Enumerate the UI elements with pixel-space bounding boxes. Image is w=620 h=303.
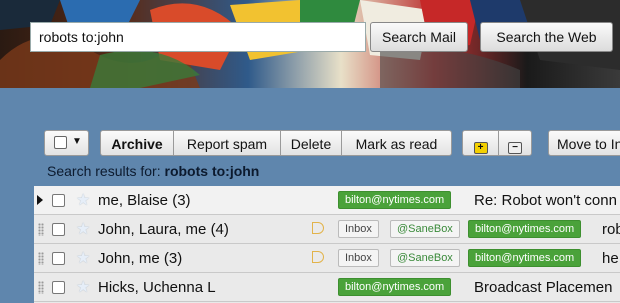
mark-as-read-button[interactable]: Mark as read bbox=[341, 130, 452, 156]
importance-marker-icon[interactable] bbox=[312, 222, 324, 234]
star-icon[interactable]: ★ bbox=[76, 277, 90, 297]
message-subject: Re: Robot won't conn bbox=[474, 192, 617, 209]
row-checkbox[interactable] bbox=[52, 223, 65, 236]
importance-marker-icon[interactable] bbox=[312, 251, 324, 263]
results-prefix: Search results for: bbox=[47, 163, 165, 179]
remove-label-button[interactable]: − bbox=[498, 130, 532, 156]
label-tag[interactable]: @SaneBox bbox=[390, 220, 460, 238]
label-plus-icon: + bbox=[473, 142, 488, 154]
label-tag[interactable]: bilton@nytimes.com bbox=[338, 278, 452, 296]
label-tag[interactable]: @SaneBox bbox=[390, 249, 460, 267]
message-sender: Hicks, Uchenna L bbox=[98, 279, 216, 296]
star-icon[interactable]: ★ bbox=[76, 219, 90, 239]
report-spam-button[interactable]: Report spam bbox=[173, 130, 281, 156]
message-subject: he bbox=[602, 250, 619, 267]
dropdown-arrow-icon: ▼ bbox=[72, 136, 82, 147]
message-list: ★ me, Blaise (3) bilton@nytimes.com Re: … bbox=[34, 186, 620, 303]
results-query: robots to:john bbox=[164, 163, 260, 179]
row-checkbox[interactable] bbox=[52, 281, 65, 294]
drag-handle[interactable] bbox=[38, 252, 44, 265]
row-checkbox[interactable] bbox=[52, 194, 65, 207]
row-pointer-icon bbox=[37, 195, 43, 205]
star-icon[interactable]: ★ bbox=[76, 190, 90, 210]
delete-button[interactable]: Delete bbox=[280, 130, 342, 156]
message-row[interactable]: ★ John, me (3) Inbox @SaneBox bilton@nyt… bbox=[34, 244, 620, 273]
message-sender: John, me (3) bbox=[98, 250, 183, 267]
search-input[interactable]: robots to:john bbox=[30, 22, 366, 52]
add-label-button[interactable]: + bbox=[462, 130, 499, 156]
message-row[interactable]: ★ me, Blaise (3) bilton@nytimes.com Re: … bbox=[34, 186, 620, 215]
message-subject: rob bbox=[602, 221, 620, 238]
message-subject: Broadcast Placemen bbox=[474, 279, 613, 296]
move-to-inbox-button[interactable]: Move to In bbox=[548, 130, 620, 156]
message-sender: John, Laura, me (4) bbox=[98, 221, 229, 238]
label-tag[interactable]: bilton@nytimes.com bbox=[338, 191, 452, 209]
star-icon[interactable]: ★ bbox=[76, 248, 90, 268]
message-row[interactable]: ★ Hicks, Uchenna L bilton@nytimes.com Br… bbox=[34, 273, 620, 302]
row-checkbox[interactable] bbox=[52, 252, 65, 265]
select-dropdown-button[interactable]: ▼ bbox=[44, 130, 89, 156]
search-results-heading: Search results for: robots to:john bbox=[47, 163, 259, 179]
archive-button[interactable]: Archive bbox=[100, 130, 174, 156]
drag-handle[interactable] bbox=[38, 281, 44, 294]
checkbox-icon bbox=[54, 136, 67, 149]
label-tag[interactable]: Inbox bbox=[338, 220, 379, 238]
label-tag[interactable]: bilton@nytimes.com bbox=[468, 249, 582, 267]
label-tag[interactable]: Inbox bbox=[338, 249, 379, 267]
label-tag[interactable]: bilton@nytimes.com bbox=[468, 220, 582, 238]
search-mail-button[interactable]: Search Mail bbox=[370, 22, 468, 52]
message-row[interactable]: ★ John, Laura, me (4) Inbox @SaneBox bil… bbox=[34, 215, 620, 244]
label-minus-icon: − bbox=[508, 142, 522, 154]
search-web-button[interactable]: Search the Web bbox=[480, 22, 613, 52]
message-sender: me, Blaise (3) bbox=[98, 192, 191, 209]
drag-handle[interactable] bbox=[38, 223, 44, 236]
